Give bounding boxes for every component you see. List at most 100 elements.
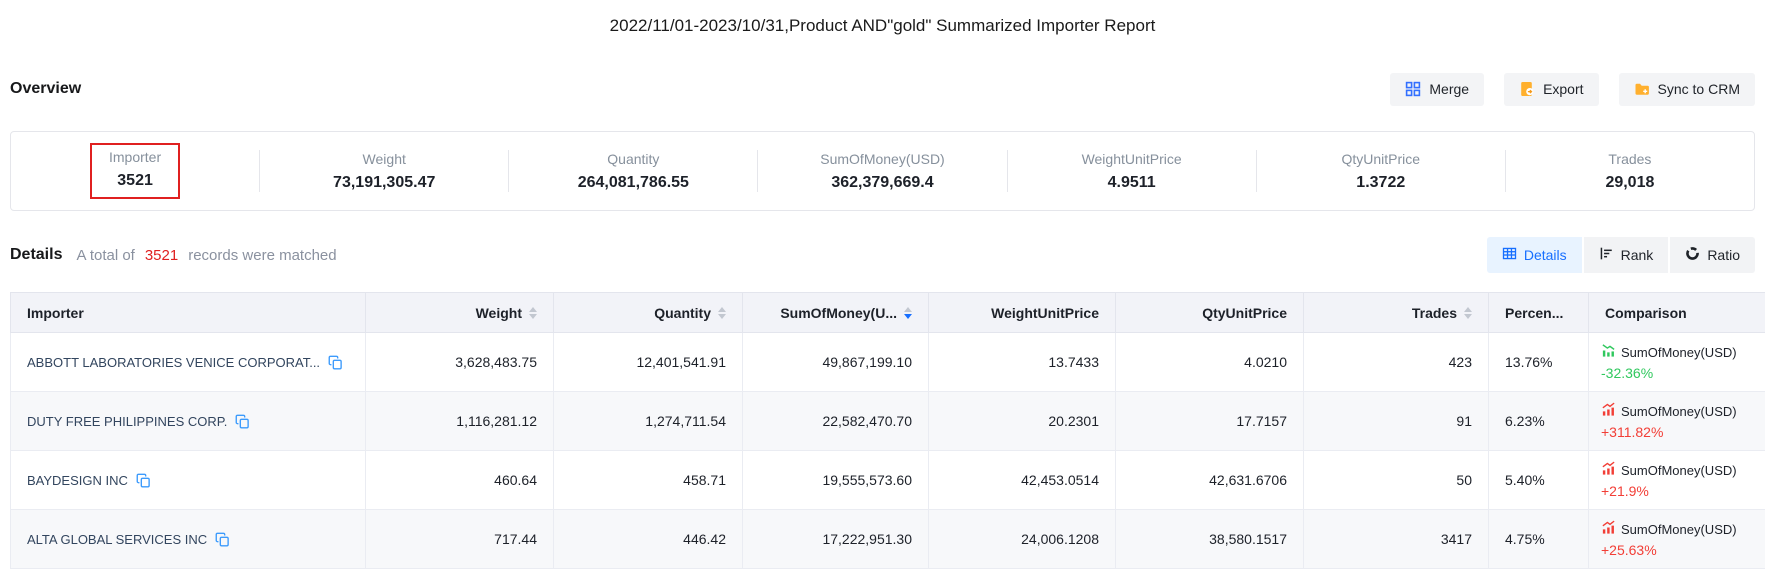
column-header-qtyunitprice: QtyUnitPrice [1116,293,1304,333]
comparison-metric: SumOfMoney(USD) [1621,345,1737,360]
quantity-cell: 446.42 [554,510,743,569]
tab-details[interactable]: Details [1487,237,1582,273]
comparison-change: +311.82% [1601,424,1765,440]
comparison-change: -32.36% [1601,365,1765,381]
export-icon [1519,81,1535,97]
column-header-weight[interactable]: Weight [366,293,554,333]
copy-icon[interactable] [136,473,151,488]
ratio-icon [1685,246,1700,264]
weight-unit-price-cell: 13.7433 [929,333,1116,392]
overview-stat-weight: Weight 73,191,305.47 [260,151,508,192]
quantity-cell: 1,274,711.54 [554,392,743,451]
column-header-percen: Percen... [1489,293,1589,333]
stat-label: SumOfMoney(USD) [758,151,1006,167]
column-header-content: Trades [1304,305,1488,321]
comparison-metric: SumOfMoney(USD) [1621,404,1737,419]
importer-cell-content: ABBOTT LABORATORIES VENICE CORPORAT... [11,355,365,370]
stat-value: 264,081,786.55 [509,174,757,192]
comparison-metric-row: SumOfMoney(USD) [1601,520,1765,538]
importer-name[interactable]: DUTY FREE PHILIPPINES CORP. [27,414,227,429]
trend-up-icon [1601,402,1616,420]
column-header-content: SumOfMoney(U... [743,305,928,321]
column-header-quantity[interactable]: Quantity [554,293,743,333]
comparison-metric: SumOfMoney(USD) [1621,463,1737,478]
percent-cell: 5.40% [1489,451,1589,510]
stat-value: 4.9511 [1008,174,1256,192]
importer-cell-content: BAYDESIGN INC [11,473,365,488]
table-icon [1502,246,1517,264]
sort-caret-icon[interactable] [1464,307,1472,319]
column-label: Trades [1412,305,1457,321]
export-button[interactable]: Export [1504,73,1598,106]
column-header-content: WeightUnitPrice [929,305,1115,321]
view-switcher: Details Rank Ratio [1487,237,1755,273]
tab-ratio[interactable]: Ratio [1670,237,1755,273]
sum-of-money-cell: 17,222,951.30 [743,510,929,569]
stat-value: 29,018 [1506,174,1754,192]
column-label: SumOfMoney(U... [780,305,897,321]
table-header-row: Importer Weight Quantity SumOfMoney(U... Wei… [11,293,1765,333]
column-header-content: Importer [11,305,365,321]
toolbar: Merge Export Sync to CRM [1370,73,1755,106]
stat-label: Weight [260,151,508,167]
column-header-sumofmoney-u[interactable]: SumOfMoney(U... [743,293,929,333]
table-row: ABBOTT LABORATORIES VENICE CORPORAT...3,… [11,333,1765,392]
sort-caret-icon[interactable] [904,307,912,319]
column-label: QtyUnitPrice [1202,305,1287,321]
stat-value: 362,379,669.4 [758,174,1006,192]
comparison-metric-row: SumOfMoney(USD) [1601,461,1765,479]
overview-stat-importer: Importer3521 [11,143,259,199]
overview-stat-weightunitprice: WeightUnitPrice4.9511 [1008,151,1256,192]
copy-icon[interactable] [215,532,230,547]
sort-caret-icon[interactable] [718,307,726,319]
copy-icon[interactable] [328,355,343,370]
trades-cell: 423 [1304,333,1489,392]
column-label: Importer [27,305,84,321]
copy-icon[interactable] [235,414,250,429]
details-heading: Details [10,246,62,264]
column-header-importer: Importer [11,293,366,333]
column-label: WeightUnitPrice [991,305,1099,321]
overview-stat-sumofmoney-usd: SumOfMoney(USD) 362,379,669.4 [758,151,1006,192]
tab-rank[interactable]: Rank [1584,237,1669,273]
details-subtitle-prefix: A total of [76,247,134,264]
comparison-content: SumOfMoney(USD) +311.82% [1589,402,1765,440]
column-label: Weight [476,305,522,321]
stat-value: 3521 [109,172,161,190]
column-header-content: Percen... [1489,305,1588,321]
merge-button[interactable]: Merge [1390,73,1484,106]
qty-unit-price-cell: 38,580.1517 [1116,510,1304,569]
record-count: 3521 [145,247,178,264]
comparison-content: SumOfMoney(USD) +21.9% [1589,461,1765,499]
column-header-trades[interactable]: Trades [1304,293,1489,333]
column-header-content: Comparison [1589,305,1765,321]
qty-unit-price-cell: 4.0210 [1116,333,1304,392]
importer-cell: DUTY FREE PHILIPPINES CORP. [11,392,366,451]
comparison-cell: SumOfMoney(USD) +21.9% [1589,451,1765,510]
sync-icon [1634,81,1650,97]
importer-name[interactable]: BAYDESIGN INC [27,473,128,488]
comparison-cell: SumOfMoney(USD)+25.63% [1589,510,1765,569]
sync-to-crm-button-label: Sync to CRM [1658,81,1740,97]
importer-name[interactable]: ABBOTT LABORATORIES VENICE CORPORAT... [27,355,320,370]
overview-stat-quantity: Quantity264,081,786.55 [509,151,757,192]
sync-to-crm-button[interactable]: Sync to CRM [1619,73,1755,106]
trades-cell: 3417 [1304,510,1489,569]
sum-of-money-cell: 19,555,573.60 [743,451,929,510]
quantity-cell: 12,401,541.91 [554,333,743,392]
column-label: Percen... [1505,305,1563,321]
overview-card: Importer3521 Weight 73,191,305.47Quantity2… [10,131,1755,211]
details-section-header: Details A total of 3521 records were mat… [10,237,1755,273]
stat-value: 73,191,305.47 [260,174,508,192]
column-header-content: Weight [366,305,553,321]
highlight-box: Importer3521 [90,143,180,199]
overview-stat-qtyunitprice: QtyUnitPrice1.3722 [1257,151,1505,192]
importer-name[interactable]: ALTA GLOBAL SERVICES INC [27,532,207,547]
sort-caret-icon[interactable] [529,307,537,319]
column-label: Quantity [654,305,711,321]
qty-unit-price-cell: 42,631.6706 [1116,451,1304,510]
sum-of-money-cell: 22,582,470.70 [743,392,929,451]
percent-cell: 6.23% [1489,392,1589,451]
column-header-content: Quantity [554,305,742,321]
comparison-change: +21.9% [1601,483,1765,499]
